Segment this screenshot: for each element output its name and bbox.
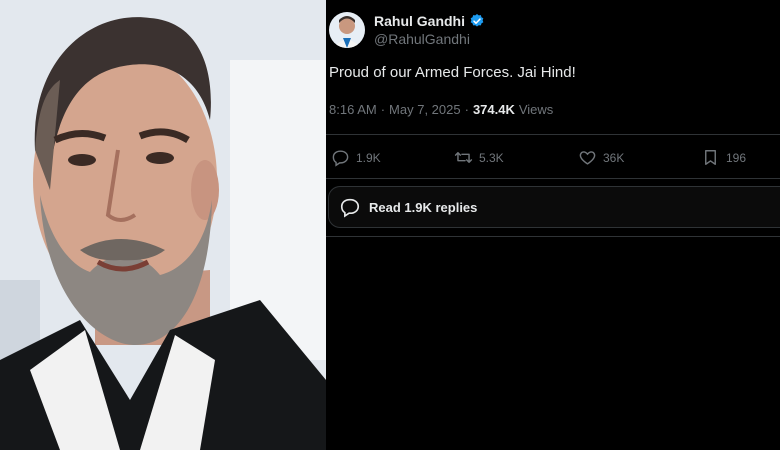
display-name[interactable]: Rahul Gandhi xyxy=(374,12,465,30)
action-bar: 1.9K 5.3K 36K 196 xyxy=(331,148,771,168)
repost-icon xyxy=(454,152,473,163)
divider-middle xyxy=(326,178,780,179)
tweet-header: Rahul Gandhi @RahulGandhi xyxy=(329,12,485,48)
reply-icon xyxy=(332,150,349,167)
divider-top xyxy=(326,134,780,135)
read-replies-button[interactable]: Read 1.9K replies xyxy=(328,186,780,228)
meta-separator: · xyxy=(380,102,386,117)
display-name-row: Rahul Gandhi xyxy=(374,12,485,30)
reply-button[interactable]: 1.9K xyxy=(331,148,381,167)
like-count: 36K xyxy=(603,150,625,165)
repost-count: 5.3K xyxy=(479,150,504,165)
tweet-card: Rahul Gandhi @RahulGandhi Proud of our A… xyxy=(326,0,780,450)
avatar[interactable] xyxy=(329,12,365,48)
reply-count: 1.9K xyxy=(356,150,381,165)
bookmark-icon xyxy=(705,150,716,165)
tweet-time[interactable]: 8:16 AM xyxy=(329,102,377,117)
verified-badge-icon xyxy=(470,14,484,27)
like-button[interactable]: 36K xyxy=(578,148,624,167)
author-names: Rahul Gandhi @RahulGandhi xyxy=(374,12,485,48)
like-icon xyxy=(579,151,596,165)
bookmark-count: 196 xyxy=(726,150,747,165)
read-replies-label: Read 1.9K replies xyxy=(369,199,478,215)
views-label: Views xyxy=(518,102,554,117)
avatar-image-icon xyxy=(329,12,365,48)
views-count: 374.4K xyxy=(472,102,515,117)
tweet-date[interactable]: May 7, 2025 xyxy=(389,102,461,117)
bookmark-button[interactable]: 196 xyxy=(701,148,746,167)
tweet-meta: 8:16 AM · May 7, 2025 · 374.4K Views xyxy=(329,102,553,117)
meta-separator-2: · xyxy=(464,102,469,117)
speech-bubble-icon xyxy=(340,198,360,218)
divider-bottom xyxy=(326,236,780,237)
handle[interactable]: @RahulGandhi xyxy=(374,30,485,48)
portrait-photo xyxy=(0,0,326,450)
repost-button[interactable]: 5.3K xyxy=(454,148,504,167)
tweet-text: Proud of our Armed Forces. Jai Hind! xyxy=(329,64,576,81)
portrait-illustration xyxy=(0,0,326,450)
